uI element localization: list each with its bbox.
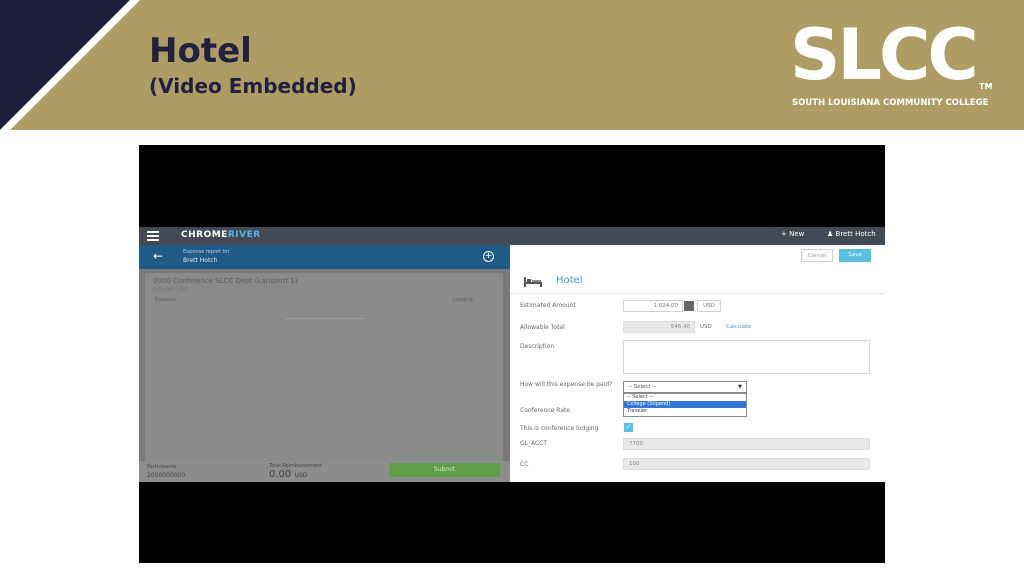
user-icon: ♟ [827, 230, 836, 238]
conference-rate-label: Conference Rate [520, 407, 570, 414]
slide-title: Hotel [149, 31, 252, 71]
slide-subtitle: (Video Embedded) [149, 74, 357, 98]
gl-acct-label: GL_ACCT [520, 440, 548, 447]
logo-tagline: SOUTH LOUISIANA COMMUNITY COLLEGE [792, 98, 989, 108]
slide-banner: Hotel (Video Embedded) SLCC TM SOUTH LOU… [0, 0, 1024, 130]
participants-label: Participants [147, 464, 177, 470]
video-frame-screenshot: CHROMERIVER + New ♟ Brett Hotch ← Expens… [139, 227, 885, 482]
app-top-bar: CHROMERIVER + New ♟ Brett Hotch [139, 227, 885, 245]
plus-icon: + [781, 230, 790, 238]
form-title: Hotel [556, 275, 583, 286]
allowable-total-label: Allowable Total [520, 324, 565, 331]
estimated-amount-input[interactable]: 1,024.00 [623, 300, 683, 312]
logo-trademark: TM [979, 82, 993, 91]
back-arrow-icon[interactable]: ← [153, 249, 163, 263]
lodging-column-label: Lodging [453, 297, 473, 303]
slcc-logo: SLCC TM SOUTH LOUISIANA COMMUNITY COLLEG… [790, 14, 993, 114]
calculate-link[interactable]: Calculate [726, 324, 752, 330]
card-divider [285, 318, 365, 319]
total-reimbursement-value: 0.00 USD [269, 469, 308, 480]
conference-lodging-checkbox[interactable]: ✓ [624, 423, 633, 432]
user-menu[interactable]: ♟ Brett Hotch [827, 230, 876, 238]
allowable-currency: USD [700, 324, 712, 330]
expense-card-title: 0000 Conference SLCC Dept (Lansport 1) [153, 277, 298, 285]
expense-card-subtitle: 0.0 | 000 USD [153, 287, 188, 293]
embedded-video[interactable]: CHROMERIVER + New ♟ Brett Hotch ← Expens… [139, 145, 885, 563]
app-brand-logo: CHROMERIVER [181, 230, 261, 240]
expense-card[interactable]: 0000 Conference SLCC Dept (Lansport 1) 0… [145, 273, 503, 461]
heading-divider [510, 293, 885, 294]
menu-icon[interactable] [147, 231, 159, 241]
cancel-button[interactable]: Cancel [801, 249, 833, 262]
expense-column-label: Expense [155, 297, 177, 303]
calendar-icon[interactable] [684, 301, 694, 311]
estimated-amount-label: Estimated Amount [520, 302, 576, 309]
logo-wordmark: SLCC [790, 14, 979, 96]
chevron-down-icon: ▼ [738, 384, 742, 390]
payment-method-select[interactable]: -- Select -- ▼ [623, 381, 747, 393]
description-textarea[interactable] [623, 340, 870, 374]
report-header-caption: Expense report for [183, 249, 230, 255]
participants-value: 2000000000 [147, 472, 186, 479]
report-footer: Participants 2000000000 Total Reimbursem… [139, 461, 510, 482]
cc-field: 100 [623, 458, 870, 470]
cc-label: CC [520, 461, 529, 468]
save-button[interactable]: Save [839, 249, 871, 262]
gl-acct-field: 7700 [623, 438, 870, 450]
option-college-stipend[interactable]: College (Stipend) [624, 401, 746, 408]
allowable-total-value: 546.40 [623, 321, 695, 333]
description-label: Description [520, 343, 555, 350]
option-traveler[interactable]: Traveler [624, 408, 746, 415]
estimated-currency[interactable]: USD [697, 300, 721, 312]
conference-lodging-label: This is conference lodging [520, 425, 599, 432]
payment-method-options: -- Select -- College (Stipend) Traveler [623, 393, 747, 417]
hotel-expense-form: Cancel Save Hotel Estimated Amount 1,024… [510, 245, 885, 482]
expense-report-pane: ← Expense report for Brett Hotch + 0000 … [139, 245, 510, 482]
add-expense-icon[interactable]: + [483, 251, 494, 262]
paid-question-label: How will this expense be paid? [520, 381, 613, 388]
report-header-owner: Brett Hotch [183, 257, 218, 264]
option-select[interactable]: -- Select -- [624, 394, 746, 401]
submit-button[interactable]: Submit [389, 463, 500, 477]
bed-icon [524, 277, 542, 287]
report-header: ← Expense report for Brett Hotch + [139, 245, 510, 269]
new-button[interactable]: + New [781, 230, 804, 238]
